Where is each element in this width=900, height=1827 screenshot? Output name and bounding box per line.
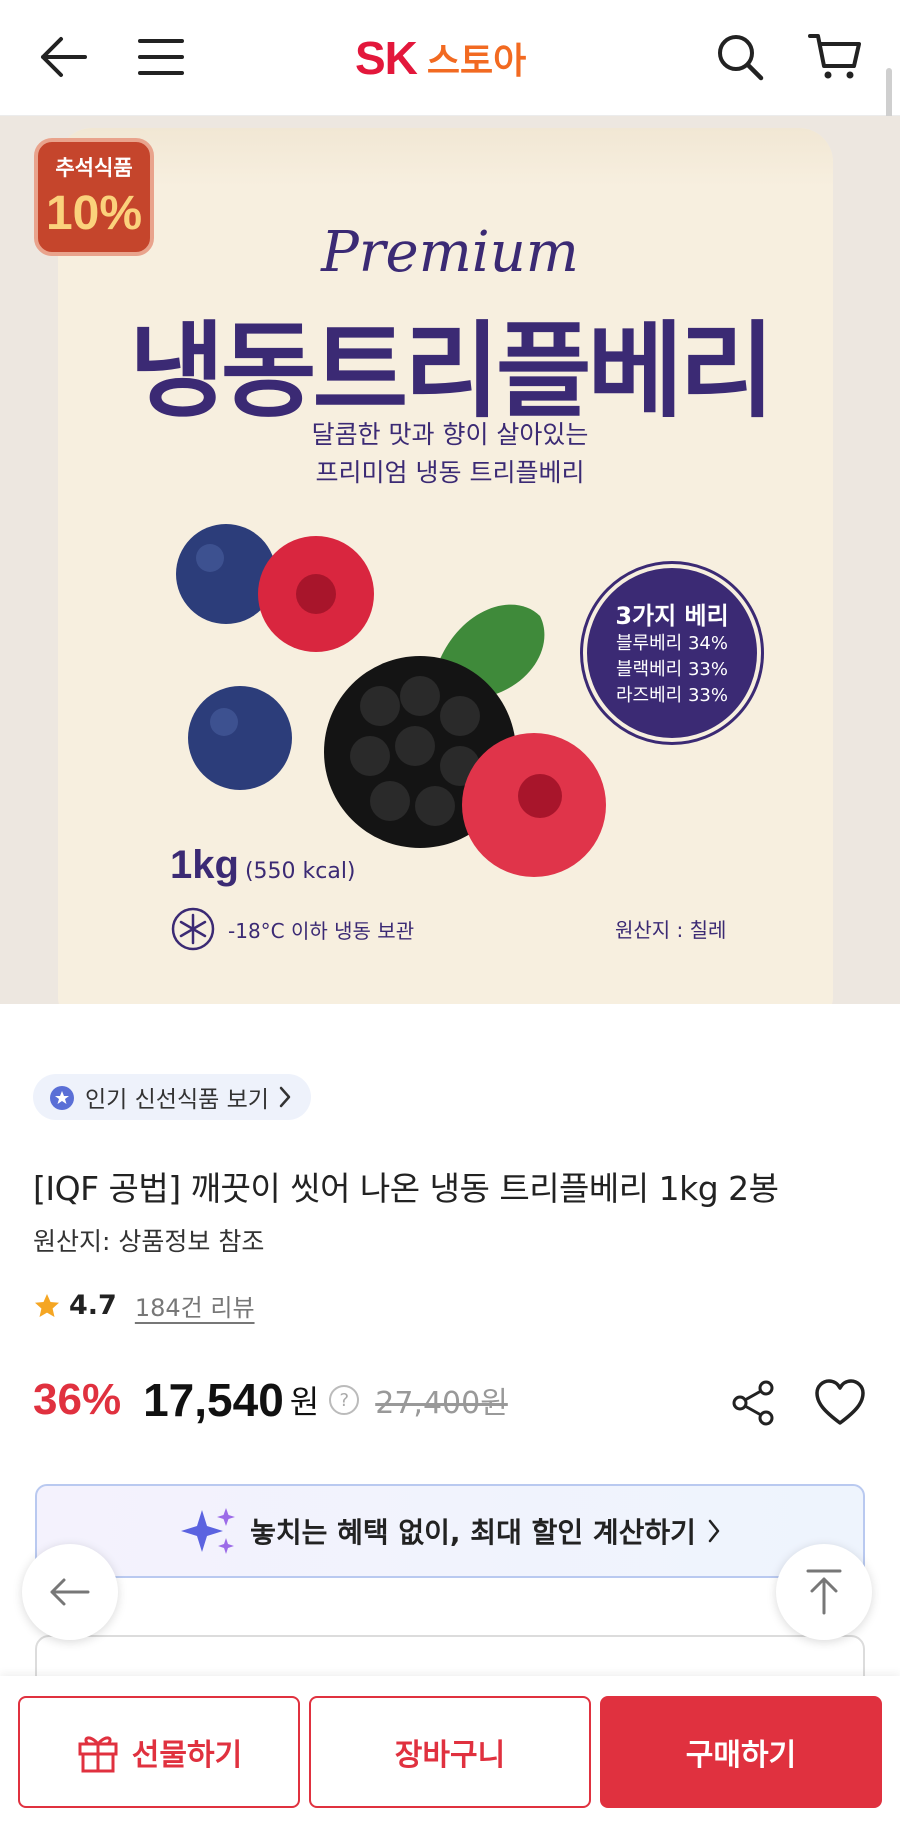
berries-illustration: [176, 524, 606, 877]
rating-value: 4.7: [69, 1290, 117, 1321]
berry-ratio-raspberry: 라즈베리 33%: [616, 685, 728, 706]
popular-fresh-label: 인기 신선식품 보기: [85, 1087, 269, 1113]
search-icon: [718, 35, 764, 81]
top-header: SK 스토아: [0, 0, 900, 488]
wishlist-button[interactable]: [814, 1378, 866, 1428]
berry-ratio-blueberry: 블루베리 34%: [616, 633, 728, 654]
weight-value: 1kg: [170, 843, 239, 887]
back-button[interactable]: [28, 22, 98, 92]
product-origin: 원산지: 상품정보 참조: [33, 1227, 265, 1256]
original-price: 27,400원: [375, 1386, 508, 1421]
logo-brand: SK: [355, 32, 418, 84]
chevron-right-icon: [708, 1519, 720, 1543]
buy-now-button[interactable]: 구매하기: [600, 1696, 882, 1808]
heart-icon: [815, 1379, 865, 1425]
package-weight: 1kg (550 kcal): [170, 843, 356, 888]
gift-button[interactable]: 선물하기: [18, 1696, 300, 1808]
sparkle-icon: [181, 1508, 236, 1554]
product-rating: 4.7 184건 리뷰: [33, 1288, 255, 1323]
storage-info: -18°C 이하 냉동 보관: [170, 906, 414, 952]
price-unit: 원: [289, 1383, 320, 1421]
cart-button[interactable]: [800, 22, 870, 92]
buy-now-label: 구매하기: [685, 1738, 797, 1773]
store-logo[interactable]: SK 스토아: [355, 30, 526, 86]
price-help-icon[interactable]: ?: [329, 1385, 360, 1415]
gift-label: 선물하기: [131, 1738, 243, 1773]
cart-icon: [808, 34, 861, 79]
berry-ratio-title: 3가지 베리: [615, 602, 729, 630]
gift-icon: [78, 1736, 118, 1773]
package-origin: 원산지 : 칠레: [615, 918, 727, 942]
add-to-cart-label: 장바구니: [394, 1738, 506, 1773]
scroll-top-button[interactable]: [776, 1544, 872, 1640]
arrow-left-icon: [50, 1578, 90, 1606]
menu-button[interactable]: [126, 22, 196, 92]
chevron-right-icon: [279, 1086, 291, 1108]
snowflake-icon: [171, 907, 215, 951]
berry-ratio-blackberry: 블랙베리 33%: [616, 659, 728, 680]
search-button[interactable]: [705, 22, 775, 92]
sale-price: 17,540: [143, 1374, 284, 1426]
discount-rate: 36%: [33, 1375, 122, 1424]
star-icon: [35, 1293, 59, 1317]
benefit-calculator-label: 놓치는 혜택 없이, 최대 할인 계산하기: [250, 1516, 696, 1549]
berry-ratio-circle: 3가지 베리 블루베리 34% 블랙베리 33% 라즈베리 33%: [580, 561, 764, 745]
popular-fresh-link[interactable]: 인기 신선식품 보기: [33, 1074, 311, 1120]
bottom-action-bar: 선물하기 장바구니 구매하기: [0, 1676, 900, 1827]
arrow-left-icon: [41, 37, 87, 77]
history-back-button[interactable]: [22, 1544, 118, 1640]
product-name: [IQF 공법] 깨끗이 씻어 나온 냉동 트리플베리 1kg 2봉: [33, 1169, 779, 1208]
price-row: 36% 17,540 원 ? 27,400원: [33, 1370, 508, 1430]
kcal-value: (550 kcal): [244, 859, 356, 884]
share-button[interactable]: [728, 1378, 778, 1428]
logo-store-name: 스토아: [426, 41, 527, 82]
product-image[interactable]: 추석식품 10% Premium 냉동트리플베리 달콤한 맛과 향이 살아있는 …: [0, 116, 900, 1004]
benefit-calculator-button[interactable]: 놓치는 혜택 없이, 최대 할인 계산하기: [35, 1484, 865, 1578]
review-count-link[interactable]: 184건 리뷰: [135, 1288, 255, 1323]
share-icon: [732, 1380, 774, 1426]
storage-text: -18°C 이하 냉동 보관: [228, 918, 415, 943]
add-to-cart-button[interactable]: 장바구니: [309, 1696, 591, 1808]
hamburger-icon: [138, 39, 184, 75]
arrow-up-to-top-icon: [806, 1569, 842, 1615]
medal-icon: [50, 1086, 74, 1110]
